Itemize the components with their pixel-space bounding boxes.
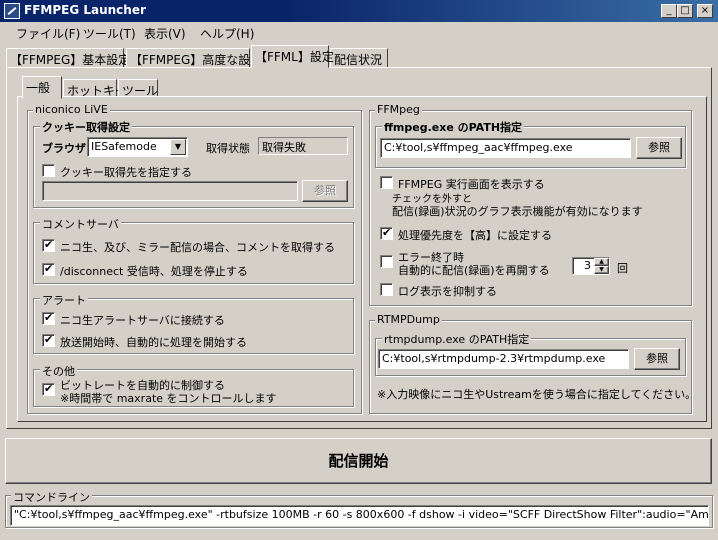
- comment-fetch-checkbox[interactable]: [42, 238, 55, 252]
- alert-connect-label: ニコ生アラートサーバに接続する: [60, 314, 225, 327]
- menu-view[interactable]: 表示(V): [144, 25, 186, 42]
- auto-restart-checkbox[interactable]: [380, 255, 393, 268]
- priority-high-label: 処理優先度を【高】に設定する: [398, 229, 552, 242]
- restart-count-value: 3: [584, 259, 591, 272]
- cmdline-input[interactable]: "C:¥tool,s¥ffmpeg_aac¥ffmpeg.exe" -rtbuf…: [10, 505, 709, 526]
- bitrate-auto-note: ※時間帯で maxrate をコントロールします: [60, 392, 277, 405]
- tab-ffmpeg-advanced[interactable]: 【FFMPEG】高度な設定: [126, 48, 262, 68]
- show-exec-checkbox[interactable]: [380, 176, 393, 189]
- menu-bar: ファイル(F) ツール(T) 表示(V) ヘルプ(H): [0, 22, 718, 42]
- auto-start-checkbox[interactable]: [42, 333, 55, 347]
- alert-connect-checkbox[interactable]: [42, 311, 55, 325]
- rtmpdump-browse-button[interactable]: 参照: [634, 348, 680, 370]
- cookie-specify-checkbox[interactable]: [42, 164, 55, 177]
- rtmpdump-note: ※入力映像にニコ生やUstreamを使う場合に指定してください。: [377, 388, 697, 401]
- start-broadcast-button[interactable]: 配信開始: [5, 438, 712, 484]
- ffmpeg-path-input[interactable]: C:¥tool,s¥ffmpeg_aac¥ffmpeg.exe: [380, 138, 631, 158]
- suppress-log-checkbox[interactable]: [380, 283, 393, 296]
- browser-label: ブラウザ: [42, 142, 86, 155]
- cookie-browse-button[interactable]: 参照: [302, 180, 348, 202]
- minimize-button[interactable]: _: [661, 4, 677, 18]
- rtmpdump-path-input[interactable]: C:¥tool,s¥rtmpdump-2.3¥rtmpdump.exe: [378, 349, 629, 369]
- cookie-status-label: 取得状態: [206, 142, 250, 155]
- rtmpdump-group-title: RTMPDump: [375, 313, 442, 326]
- close-button[interactable]: ×: [697, 4, 713, 18]
- app-icon: [4, 3, 20, 19]
- bitrate-auto-checkbox[interactable]: [42, 382, 55, 396]
- tab-ffml-settings[interactable]: 【FFML】設定: [251, 45, 334, 68]
- comment-server-title: コメントサーバ: [40, 216, 121, 232]
- cookie-group-title: クッキー取得設定: [40, 119, 132, 135]
- stepper-up-icon[interactable]: ▲: [594, 258, 609, 266]
- rtmpdump-path-title: rtmpdump.exe のPATH指定: [382, 331, 532, 347]
- cookie-path-input[interactable]: [42, 181, 298, 201]
- niconico-group-title: niconico LiVE: [33, 103, 110, 116]
- app-window: FFMPEG Launcher _ □ × ファイル(F) ツール(T) 表示(…: [0, 0, 718, 540]
- window-title: FFMPEG Launcher: [24, 3, 146, 17]
- ffmpeg-path-title: ffmpeg.exe のPATH指定: [382, 119, 525, 135]
- stepper-down-icon[interactable]: ▼: [594, 266, 609, 274]
- auto-start-label: 放送開始時、自動的に処理を開始する: [60, 336, 247, 349]
- tab-status[interactable]: 配信状況: [330, 48, 388, 68]
- suppress-log-label: ログ表示を抑制する: [398, 285, 497, 298]
- menu-file[interactable]: ファイル(F): [16, 25, 80, 42]
- show-exec-note2: 配信(録画)状況のグラフ表示機能が有効になります: [392, 205, 643, 218]
- browser-select[interactable]: IESafemode ▼: [87, 137, 188, 157]
- disconnect-stop-checkbox[interactable]: [42, 262, 55, 276]
- browser-select-value: IESafemode: [91, 140, 157, 153]
- restart-unit: 回: [617, 262, 628, 275]
- disconnect-stop-label: /disconnect 受信時、処理を停止する: [60, 265, 248, 278]
- comment-fetch-label: ニコ生、及び、ミラー配信の場合、コメントを取得する: [60, 241, 335, 254]
- maximize-button[interactable]: □: [677, 4, 693, 18]
- tab-general[interactable]: 一般: [22, 76, 62, 99]
- auto-restart-label2: 自動的に配信(録画)を再開する: [398, 264, 550, 277]
- ffmpeg-browse-button[interactable]: 参照: [636, 137, 682, 159]
- menu-tools[interactable]: ツール(T): [83, 25, 136, 42]
- cmdline-title: コマンドライン: [11, 489, 92, 505]
- tab-ffmpeg-basic[interactable]: 【FFMPEG】基本設定: [6, 48, 130, 68]
- chevron-down-icon[interactable]: ▼: [170, 139, 186, 155]
- alert-group-title: アラート: [40, 292, 88, 308]
- title-bar[interactable]: FFMPEG Launcher _ □ ×: [0, 0, 718, 22]
- cookie-specify-label: クッキー取得先を指定する: [60, 166, 192, 179]
- cookie-status-value: 取得失敗: [258, 137, 348, 155]
- priority-high-checkbox[interactable]: [380, 226, 393, 240]
- menu-help[interactable]: ヘルプ(H): [200, 25, 254, 42]
- ffmpeg-group-title: FFMpeg: [375, 103, 422, 116]
